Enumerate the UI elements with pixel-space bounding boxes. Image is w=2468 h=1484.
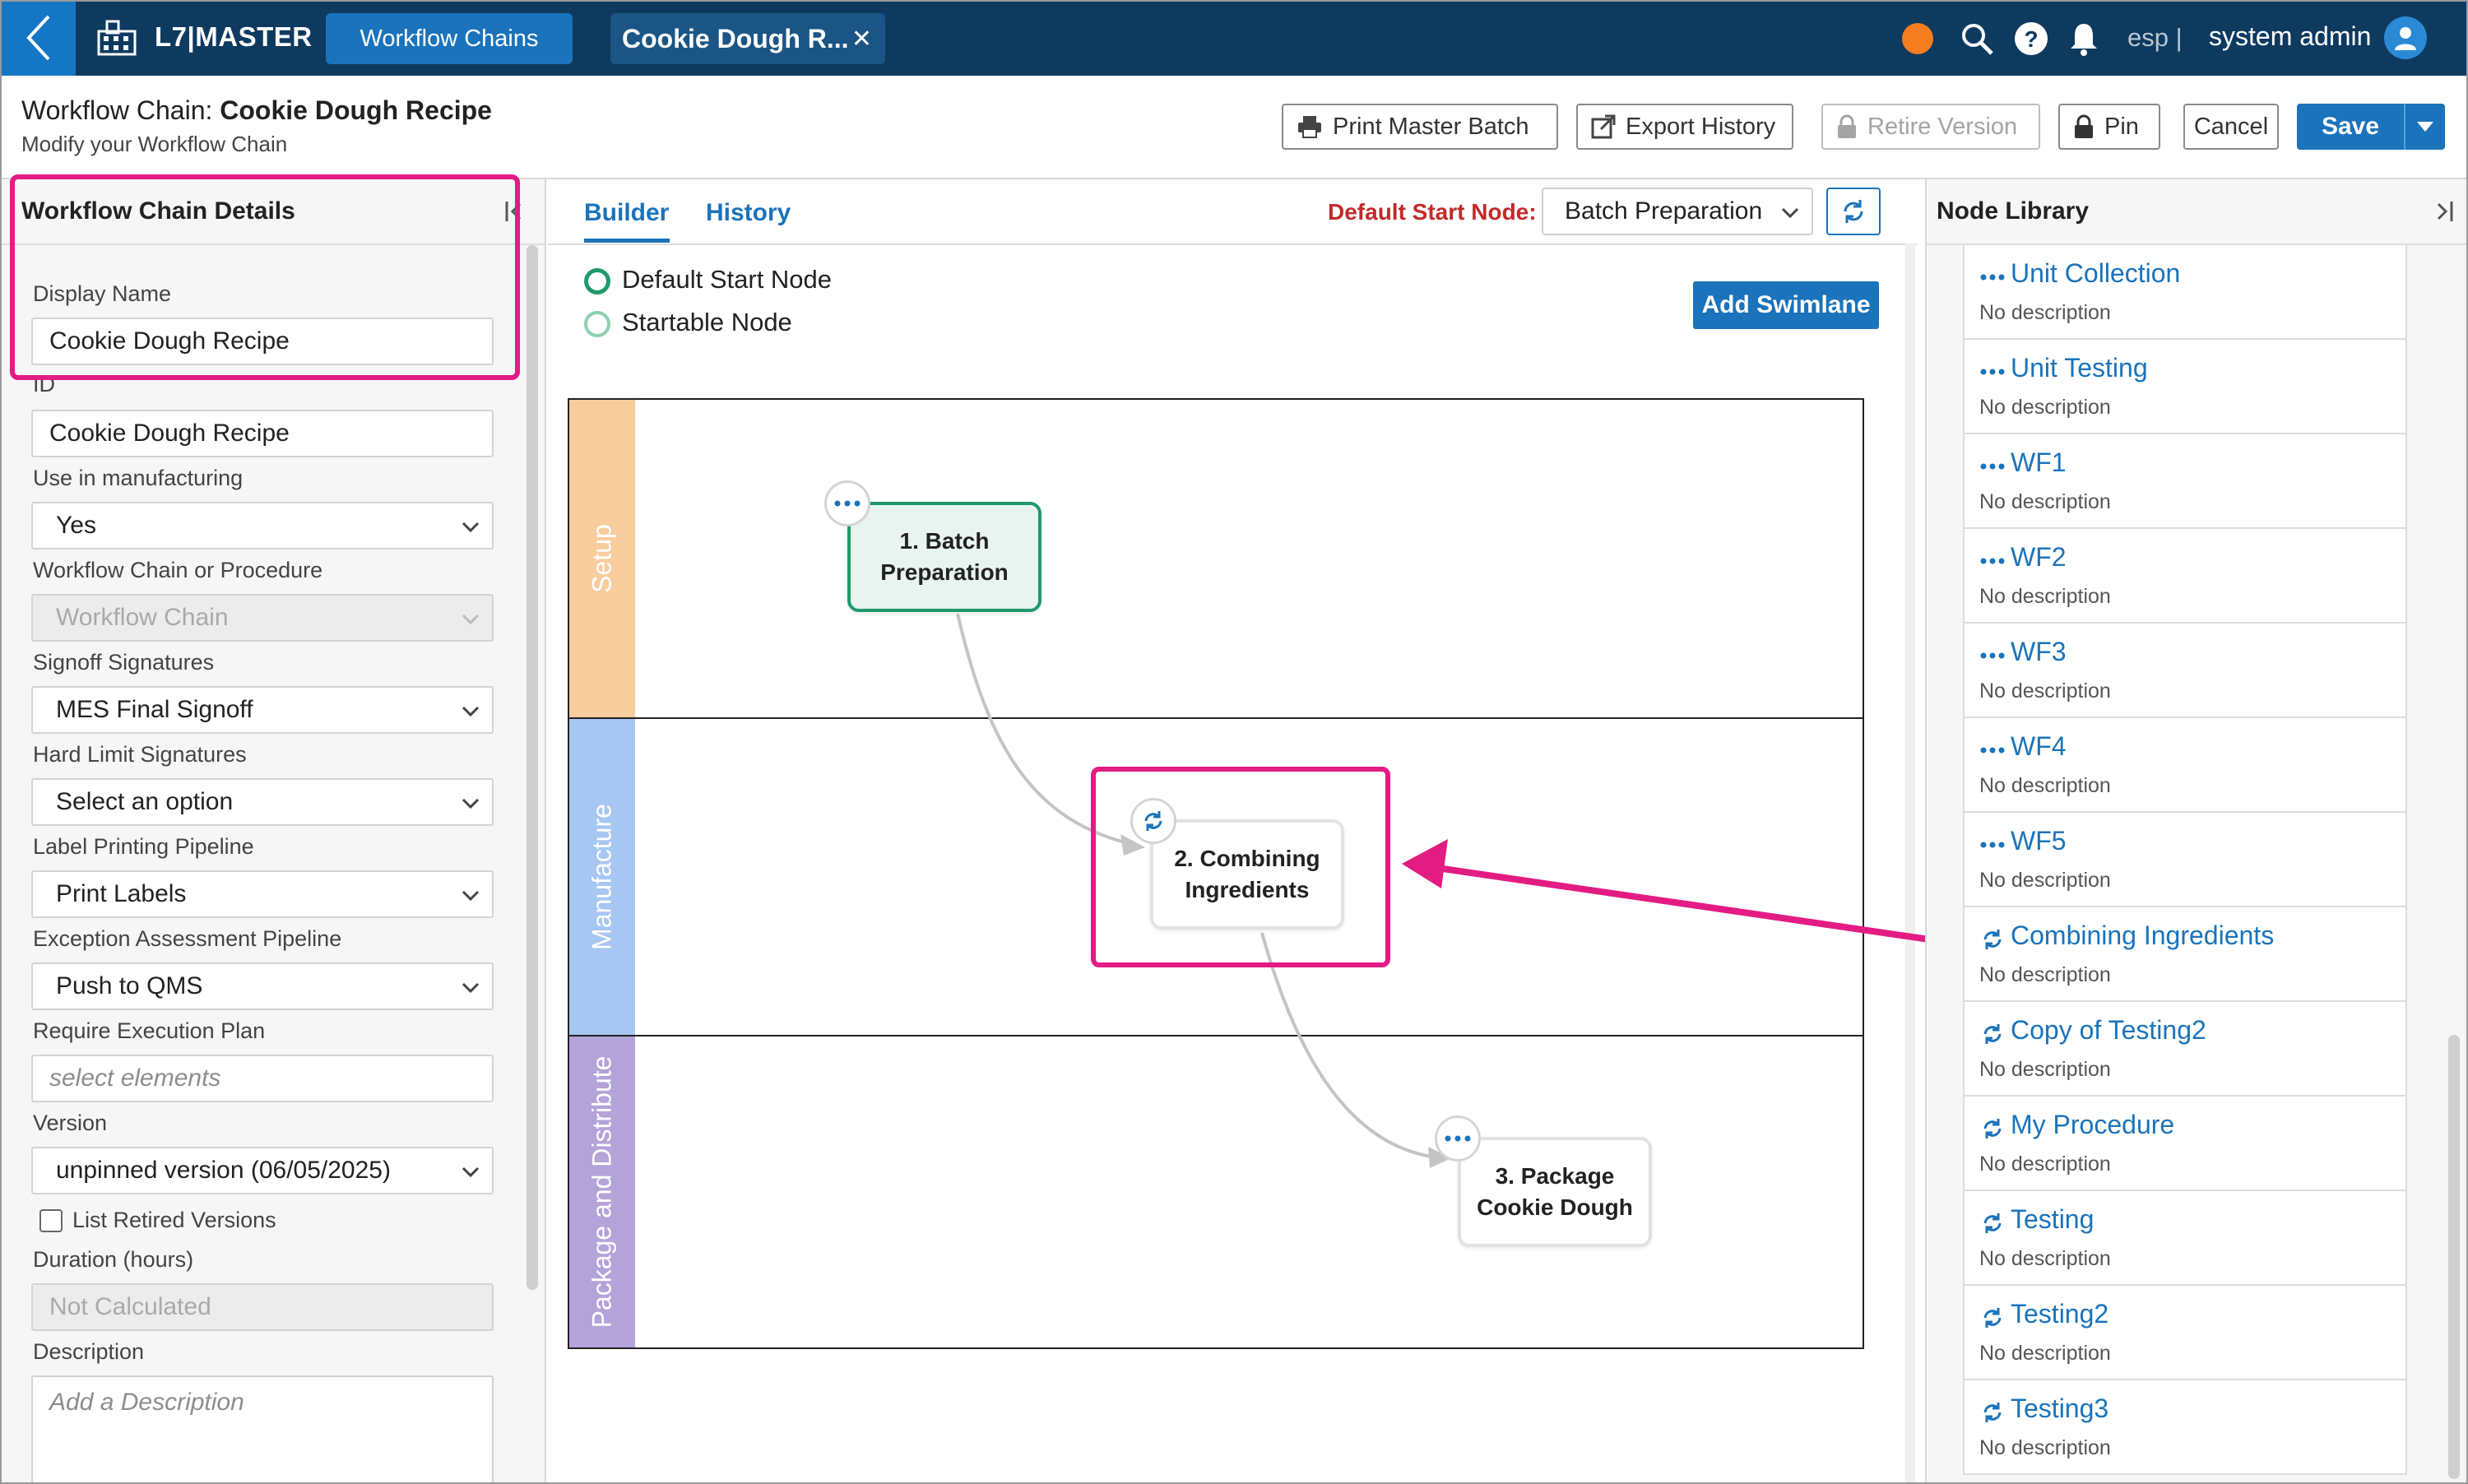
workflow-dots-icon — [1980, 842, 2005, 848]
annotation-arrowhead — [1402, 839, 1448, 888]
node-label: 3. Package Cookie Dough — [1477, 1163, 1633, 1220]
node-batch-preparation[interactable]: 1. Batch Preparation — [847, 502, 1041, 612]
procedure-cycle-icon — [1983, 1119, 2002, 1139]
workflow-dots-icon — [1980, 558, 2005, 564]
node-library-list: Unit Collection No description Unit Test… — [1963, 245, 2407, 1475]
library-item-name: WF3 — [2011, 637, 2067, 666]
workflow-dots-icon — [1980, 652, 2005, 659]
library-item-name: Copy of Testing2 — [2011, 1015, 2206, 1045]
library-item-name: Testing — [2011, 1204, 2095, 1234]
library-item-desc: No description — [1979, 396, 2111, 419]
list-item[interactable]: Testing2 No description — [1965, 1286, 2405, 1380]
library-item-name: Testing2 — [2011, 1299, 2109, 1329]
library-item-desc: No description — [1979, 963, 2111, 986]
library-item-name: WF4 — [2011, 731, 2067, 761]
list-item[interactable]: WF4 No description — [1965, 718, 2405, 813]
list-item[interactable]: My Procedure No description — [1965, 1097, 2405, 1191]
node-library-panel: Node Library Unit Collection No descript… — [1925, 179, 2468, 1484]
list-item[interactable]: WF2 No description — [1965, 529, 2405, 624]
node-library-title: Node Library — [1937, 197, 2090, 225]
library-item-desc: No description — [1979, 869, 2111, 892]
library-item-desc: No description — [1979, 490, 2111, 513]
library-scrollbar[interactable] — [2448, 1035, 2460, 1479]
procedure-cycle-icon — [1983, 1213, 2002, 1233]
list-item[interactable]: Copy of Testing2 No description — [1965, 1002, 2405, 1097]
library-item-desc: No description — [1979, 1152, 2111, 1176]
workflow-dots-icon — [1980, 274, 2005, 281]
procedure-cycle-icon — [1983, 1024, 2002, 1044]
library-item-name: WF2 — [2011, 542, 2067, 572]
annotation-arrow-line — [1431, 864, 1975, 949]
library-item-name: Combining Ingredients — [2011, 921, 2275, 950]
library-item-name: Unit Collection — [2011, 258, 2181, 288]
list-item[interactable]: WF1 No description — [1965, 434, 2405, 529]
library-item-desc: No description — [1979, 679, 2111, 703]
list-item[interactable]: Unit Testing No description — [1965, 340, 2405, 434]
workflow-dots-icon — [1980, 463, 2005, 470]
library-item-desc: No description — [1979, 1342, 2111, 1365]
library-item-desc: No description — [1979, 774, 2111, 797]
library-item-name: WF1 — [2011, 448, 2067, 477]
node-label: 1. Batch Preparation — [880, 528, 1009, 585]
workflow-dots-icon[interactable] — [824, 480, 870, 526]
library-item-desc: No description — [1979, 301, 2111, 324]
library-item-name: Unit Testing — [2011, 353, 2148, 383]
highlight-combining-ingredients-node — [1091, 767, 1390, 967]
procedure-cycle-icon — [1983, 1403, 2002, 1422]
library-item-desc: No description — [1979, 585, 2111, 608]
library-item-name: Testing3 — [2011, 1394, 2109, 1423]
library-item-name: WF5 — [2011, 826, 2067, 856]
library-item-name: My Procedure — [2011, 1110, 2175, 1139]
list-item[interactable]: WF3 No description — [1965, 624, 2405, 718]
library-item-desc: No description — [1979, 1058, 2111, 1081]
list-item[interactable]: Unit Collection No description — [1965, 245, 2405, 340]
workflow-dots-icon — [1980, 369, 2005, 375]
node-package-cookie-dough[interactable]: 3. Package Cookie Dough — [1458, 1137, 1652, 1247]
library-item-desc: No description — [1979, 1436, 2111, 1459]
procedure-cycle-icon — [1983, 1308, 2002, 1328]
list-item[interactable]: WF5 No description — [1965, 813, 2405, 907]
collapse-right-icon[interactable] — [2430, 199, 2455, 224]
workflow-dots-icon[interactable] — [1435, 1115, 1481, 1162]
list-item[interactable]: Testing3 No description — [1965, 1380, 2405, 1475]
workflow-dots-icon — [1980, 747, 2005, 754]
procedure-cycle-icon — [1983, 930, 2002, 949]
library-item-desc: No description — [1979, 1247, 2111, 1270]
list-item[interactable]: Combining Ingredients No description — [1965, 907, 2405, 1002]
list-item[interactable]: Testing No description — [1965, 1191, 2405, 1286]
